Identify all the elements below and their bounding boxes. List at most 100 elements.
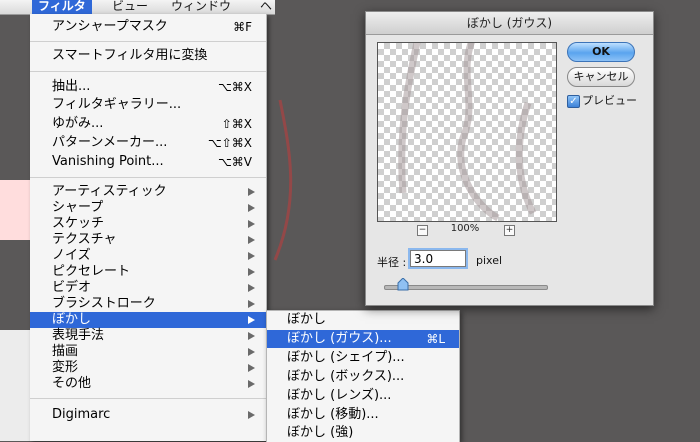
menu-separator <box>30 177 266 178</box>
cancel-button[interactable]: キャンセル <box>567 67 635 87</box>
menu-item-label: 抽出... <box>52 79 91 94</box>
preview-pane[interactable] <box>377 42 557 222</box>
submenu-arrow-icon <box>248 332 255 340</box>
menu-item-shortcut: ⌥⌘V <box>217 155 252 169</box>
menu-separator <box>30 41 266 42</box>
submenu-arrow-icon <box>248 380 255 388</box>
menu-item-label: スケッチ <box>52 216 105 231</box>
submenu-item-lens-blur[interactable]: ぼかし (レンズ)... <box>267 387 459 405</box>
menu-item-label: 変形 <box>52 360 79 375</box>
submenu-item-label: ぼかし <box>287 312 327 327</box>
submenu-arrow-icon <box>248 348 255 356</box>
submenu-arrow-icon <box>248 236 255 244</box>
menu-item-label: パターンメーカー... <box>52 135 168 150</box>
radius-input[interactable] <box>410 250 466 267</box>
menu-item-liquify[interactable]: ゆがみ... ⇧⌘X <box>30 116 266 132</box>
menu-bar: フィルタ ビュー ウィンドウ ヘ <box>0 0 275 15</box>
submenu-item-blur[interactable]: ぼかし <box>267 311 459 329</box>
submenu-arrow-icon <box>248 364 255 372</box>
menu-item-blur[interactable]: ぼかし <box>30 312 266 328</box>
menu-item-digimarc[interactable]: Digimarc <box>30 407 266 423</box>
ok-button[interactable]: OK <box>567 42 635 62</box>
submenu-item-shape-blur[interactable]: ぼかし (シェイプ)... <box>267 349 459 367</box>
submenu-arrow-icon <box>248 188 255 196</box>
zoom-out-icon[interactable]: − <box>417 225 428 236</box>
submenu-item-label: ぼかし (レンズ)... <box>287 388 392 403</box>
menu-item-label: その他 <box>52 376 92 391</box>
menu-item-last-filter[interactable]: アンシャープマスク ⌘F <box>30 19 266 35</box>
menu-item-texture[interactable]: テクスチャ <box>30 232 266 248</box>
menu-item-noise[interactable]: ノイズ <box>30 248 266 264</box>
menu-item-label: フィルタギャラリー... <box>52 97 182 112</box>
menu-item-label: スマートフィルタ用に変換 <box>52 48 208 63</box>
menu-item-stylize[interactable]: 表現手法 <box>30 328 266 344</box>
menu-item-label: ブラシストローク <box>52 296 156 311</box>
menu-item-artistic[interactable]: アーティスティック <box>30 184 266 200</box>
submenu-item-label: ぼかし (強) <box>287 425 354 440</box>
menu-item-label: シャープ <box>52 200 104 215</box>
submenu-arrow-icon <box>248 204 255 212</box>
preview-image <box>398 43 537 221</box>
menu-item-gallery[interactable]: フィルタギャラリー... <box>30 97 266 113</box>
menu-item-label: ピクセレート <box>52 264 131 279</box>
menu-view[interactable]: ビュー <box>106 0 154 14</box>
menu-item-label: ノイズ <box>52 248 91 263</box>
menu-item-label: 表現手法 <box>52 328 105 343</box>
radius-unit: pixel <box>476 254 503 267</box>
menu-item-pixelate[interactable]: ピクセレート <box>30 264 266 280</box>
menu-item-distort[interactable]: 変形 <box>30 360 266 376</box>
submenu-item-label: ぼかし (ガウス)... <box>287 331 392 346</box>
menu-item-other[interactable]: その他 <box>30 376 266 392</box>
submenu-arrow-icon <box>248 284 255 292</box>
submenu-item-label: ぼかし (ボックス)... <box>287 369 405 384</box>
menu-item-label: テクスチャ <box>52 232 117 247</box>
menu-item-shortcut: ⌥⇧⌘X <box>207 136 252 150</box>
menu-separator <box>30 398 266 399</box>
menu-separator <box>30 71 266 72</box>
submenu-item-shortcut: ⌘L <box>426 332 445 346</box>
menu-item-shortcut: ⌥⌘X <box>217 80 252 94</box>
menu-item-label: Digimarc <box>52 407 111 422</box>
submenu-item-gaussian-blur[interactable]: ぼかし (ガウス)... ⌘L <box>267 330 459 348</box>
submenu-item-label: ぼかし (シェイプ)... <box>287 350 405 365</box>
menu-item-video[interactable]: ビデオ <box>30 280 266 296</box>
submenu-item-blur-more[interactable]: ぼかし (強) <box>267 424 459 442</box>
submenu-arrow-icon <box>248 411 255 419</box>
zoom-in-icon[interactable]: + <box>504 225 515 236</box>
dialog-title[interactable]: ぼかし (ガウス) <box>366 12 653 35</box>
menu-filter[interactable]: フィルタ <box>32 0 92 14</box>
checkmark-icon[interactable]: ✓ <box>567 95 580 108</box>
submenu-item-box-blur[interactable]: ぼかし (ボックス)... <box>267 368 459 386</box>
menu-item-label: ぼかし <box>52 312 92 327</box>
filter-menu: アンシャープマスク ⌘F スマートフィルタ用に変換 抽出... ⌥⌘X フィルタ… <box>30 14 267 441</box>
menu-item-extract[interactable]: 抽出... ⌥⌘X <box>30 79 266 95</box>
submenu-arrow-icon <box>248 316 255 324</box>
preview-label: プレビュー <box>582 94 637 107</box>
slider-thumb-icon[interactable] <box>397 278 409 291</box>
submenu-item-motion-blur[interactable]: ぼかし (移動)... <box>267 406 459 424</box>
submenu-arrow-icon <box>248 300 255 308</box>
menu-item-shortcut: ⇧⌘X <box>221 117 252 131</box>
menu-help[interactable]: ヘ <box>254 0 278 14</box>
menu-item-brush-strokes[interactable]: ブラシストローク <box>30 296 266 312</box>
menu-item-label: アーティスティック <box>52 184 167 199</box>
menu-item-smart-filter[interactable]: スマートフィルタ用に変換 <box>30 48 266 64</box>
submenu-arrow-icon <box>248 252 255 260</box>
menu-item-label: 描画 <box>52 344 79 359</box>
submenu-item-label: ぼかし (移動)... <box>287 407 379 422</box>
menu-item-label: ゆがみ... <box>52 116 104 131</box>
blur-submenu: ぼかし ぼかし (ガウス)... ⌘L ぼかし (シェイプ)... ぼかし (ボ… <box>266 310 460 442</box>
menu-item-pattern-maker[interactable]: パターンメーカー... ⌥⇧⌘X <box>30 135 266 151</box>
menu-item-label: Vanishing Point... <box>52 154 164 169</box>
gaussian-blur-dialog: ぼかし (ガウス) − 100% + OK キャンセル ✓ プレビュー 半径 :… <box>365 11 654 306</box>
menu-item-sharpen[interactable]: シャープ <box>30 200 266 216</box>
menu-item-render[interactable]: 描画 <box>30 344 266 360</box>
menu-item-vanishing-point[interactable]: Vanishing Point... ⌥⌘V <box>30 154 266 170</box>
menu-window[interactable]: ウィンドウ <box>165 0 237 14</box>
submenu-arrow-icon <box>248 220 255 228</box>
menu-item-label: ビデオ <box>52 280 92 295</box>
menu-item-sketch[interactable]: スケッチ <box>30 216 266 232</box>
menu-item-shortcut: ⌘F <box>233 20 252 34</box>
radius-label: 半径 : <box>377 256 407 269</box>
submenu-arrow-icon <box>248 268 255 276</box>
